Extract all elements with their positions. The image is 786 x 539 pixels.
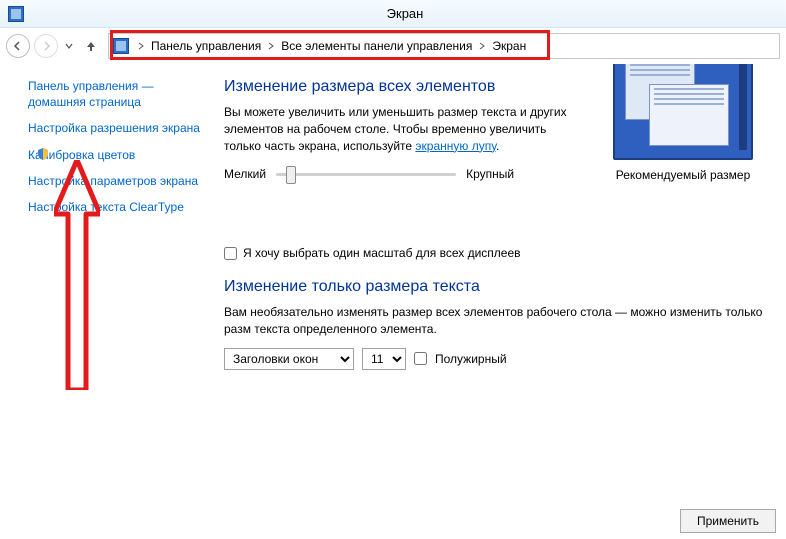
chevron-right-icon[interactable] [135,42,147,50]
size-slider-row: Мелкий Крупный [224,164,582,184]
up-button[interactable] [80,35,102,57]
chevron-down-icon [65,42,73,50]
element-select[interactable]: Заголовки окон [224,348,354,370]
breadcrumb-segment-control-panel[interactable]: Панель управления [147,34,265,58]
forward-button[interactable] [34,34,58,58]
nav-row: Панель управления Все элементы панели уп… [0,28,786,64]
bold-checkbox[interactable] [414,352,427,365]
apply-button[interactable]: Применить [680,509,776,533]
bold-label[interactable]: Полужирный [435,352,507,366]
shield-icon [36,147,50,161]
font-size-select[interactable]: 11 [362,348,406,370]
slider-thumb[interactable] [286,166,296,184]
content: Рекомендуемый размер Изменение размера в… [210,64,786,539]
single-scale-label[interactable]: Я хочу выбрать один масштаб для всех дис… [243,246,521,260]
back-button[interactable] [6,34,30,58]
forward-arrow-icon [41,41,51,51]
preview-caption: Рекомендуемый размер [598,168,768,182]
breadcrumb-segment-display[interactable]: Экран [488,34,530,58]
slider-min-label: Мелкий [224,167,266,181]
breadcrumb-segment-all-items[interactable]: Все элементы панели управления [277,34,476,58]
breadcrumb[interactable]: Панель управления Все элементы панели уп… [108,33,780,59]
display-icon [113,38,129,54]
display-icon [8,6,24,22]
sidebar-link-display-settings[interactable]: Настройка параметров экрана [28,173,200,189]
sidebar-home-link[interactable]: Панель управления — домашняя страница [28,78,200,110]
magnifier-link[interactable]: экранную лупу [415,139,496,153]
sidebar-link-resolution[interactable]: Настройка разрешения экрана [28,120,200,136]
chevron-right-icon[interactable] [265,42,277,50]
chevron-right-icon[interactable] [476,42,488,50]
titlebar: Экран [0,0,786,28]
slider-max-label: Крупный [466,167,514,181]
sidebar-link-cleartype[interactable]: Настройка текста ClearType [28,199,200,215]
heading-text-size: Изменение только размера текста [224,278,778,296]
single-scale-checkbox[interactable] [224,247,237,260]
preview-image [613,64,753,160]
desc-text-size: Вам необязательно изменять размер всех э… [224,304,778,338]
window-title: Экран [32,6,778,21]
sidebar-link-calibrate-colors[interactable]: Калибровка цветов [28,147,200,163]
up-arrow-icon [84,39,98,53]
history-dropdown[interactable] [62,34,76,58]
size-slider[interactable] [276,164,456,184]
preview-block: Рекомендуемый размер [598,64,768,182]
sidebar: Панель управления — домашняя страница На… [0,64,210,539]
single-scale-checkbox-row: Я хочу выбрать один масштаб для всех дис… [224,246,778,260]
footer: Применить [680,509,776,533]
text-size-controls: Заголовки окон 11 Полужирный [224,348,778,370]
back-arrow-icon [13,41,23,51]
